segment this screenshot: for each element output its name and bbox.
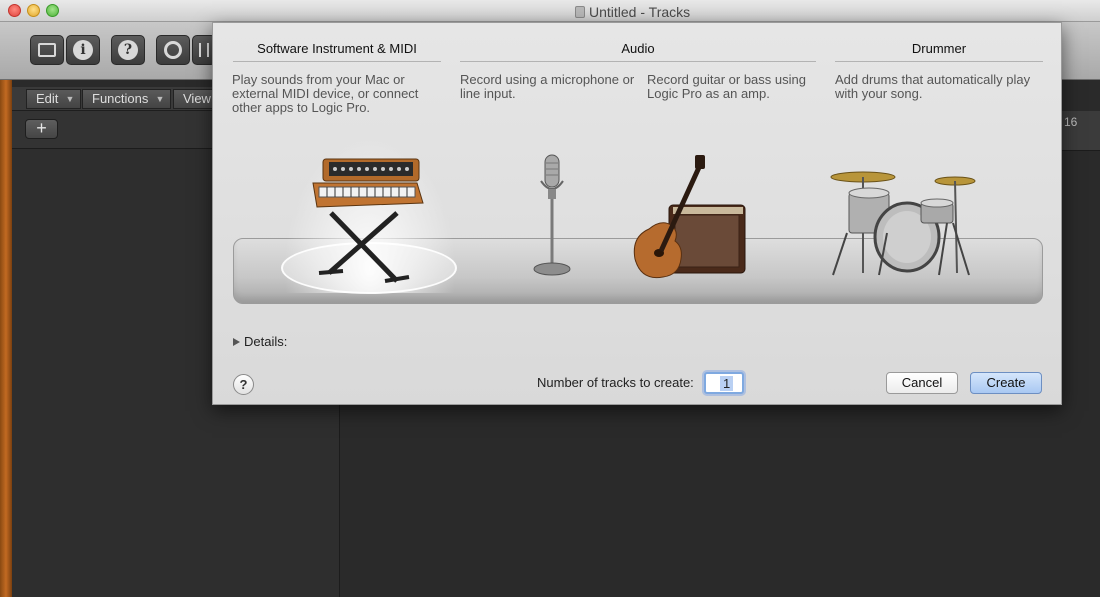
library-icon xyxy=(38,43,56,57)
keyboard-icon[interactable] xyxy=(309,153,429,288)
knob-icon xyxy=(164,41,182,59)
divider xyxy=(460,61,816,62)
window-title-text: Untitled - Tracks xyxy=(589,4,691,20)
chevron-down-icon: ▼ xyxy=(65,94,75,104)
microphone-description: Record using a microphone or line input. xyxy=(460,72,635,101)
zoom-window-button[interactable] xyxy=(46,4,59,17)
edit-menu-label: Edit xyxy=(36,91,59,106)
create-button[interactable]: Create xyxy=(970,372,1042,394)
window-titlebar: Untitled - Tracks xyxy=(0,0,1100,22)
track-count-input[interactable]: 1 xyxy=(704,372,744,394)
divider xyxy=(233,61,441,62)
functions-menu-label: Functions xyxy=(92,91,149,106)
disclosure-triangle-icon xyxy=(233,338,240,346)
details-disclosure[interactable]: Details: xyxy=(233,334,287,349)
audio-heading[interactable]: Audio xyxy=(460,41,816,56)
mixer-icon xyxy=(199,43,209,57)
info-icon: i xyxy=(73,40,93,60)
help-button[interactable]: ? xyxy=(233,374,254,395)
guitar-description: Record guitar or bass using Logic Pro as… xyxy=(647,72,806,101)
minimize-window-button[interactable] xyxy=(27,4,40,17)
window-title: Untitled - Tracks xyxy=(575,4,690,20)
divider xyxy=(835,61,1043,62)
guitar-amp-icon[interactable] xyxy=(629,155,749,285)
software-instrument-heading[interactable]: Software Instrument & MIDI xyxy=(233,41,441,56)
edit-menu[interactable]: Edit ▼ xyxy=(26,89,82,109)
software-instrument-description: Play sounds from your Mac or external MI… xyxy=(232,72,419,115)
cancel-button[interactable]: Cancel xyxy=(886,372,958,394)
details-label: Details: xyxy=(244,334,288,349)
ruler-bar-number: 16 xyxy=(1064,115,1078,129)
functions-menu[interactable]: Functions ▼ xyxy=(82,89,172,109)
microphone-icon[interactable] xyxy=(527,153,577,283)
close-window-button[interactable] xyxy=(8,4,21,17)
track-count-value: 1 xyxy=(720,376,734,391)
track-count-label: Number of tracks to create: xyxy=(537,375,694,390)
drum-kit-icon[interactable] xyxy=(827,163,987,283)
add-track-button[interactable]: + xyxy=(25,119,58,139)
library-button[interactable] xyxy=(30,35,64,65)
inspector-button[interactable]: i xyxy=(66,35,100,65)
chevron-down-icon: ▼ xyxy=(155,94,165,104)
ruler[interactable]: 16 xyxy=(1062,111,1100,151)
question-icon: ? xyxy=(118,40,138,60)
smart-controls-button[interactable] xyxy=(156,35,190,65)
view-menu-label: View xyxy=(183,91,211,106)
drummer-heading[interactable]: Drummer xyxy=(835,41,1043,56)
drummer-description: Add drums that automatically play with y… xyxy=(835,72,1031,101)
quick-help-button[interactable]: ? xyxy=(111,35,145,65)
new-track-dialog: Software Instrument & MIDI Audio Drummer… xyxy=(212,22,1062,405)
window-edge xyxy=(0,80,12,597)
document-icon xyxy=(575,6,585,18)
